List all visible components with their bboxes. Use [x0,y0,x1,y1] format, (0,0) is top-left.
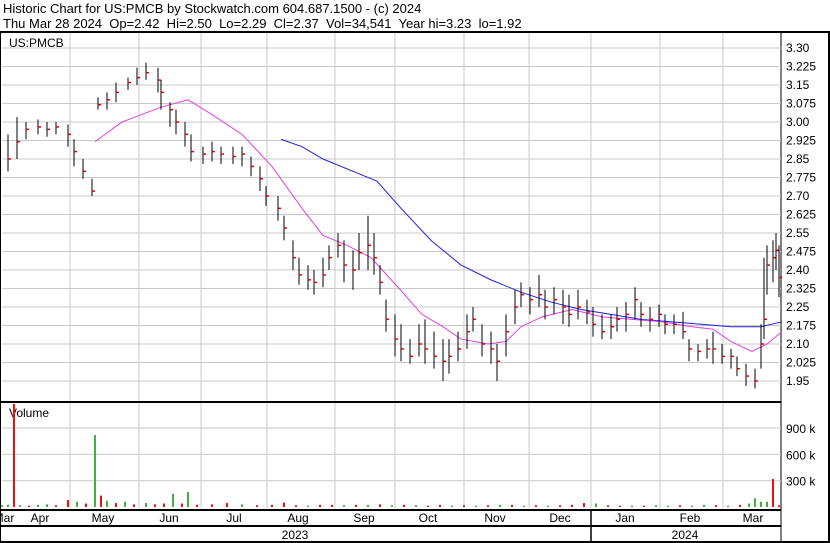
month-label: Mar [0,511,14,525]
month-label: Apr [31,511,50,525]
price-tick-label: 2.925 [786,134,816,148]
volume-tick-label: 600 k [786,448,816,462]
price-tick-label: 3.00 [786,115,810,129]
price-tick-label: 2.175 [786,319,816,333]
price-tick-label: 3.15 [786,78,810,92]
price-tick-label: 2.775 [786,171,816,185]
month-label: Sep [353,511,375,525]
month-label: May [92,511,115,525]
volume-tick-label: 300 k [786,475,816,489]
volume-tick-label: 900 k [786,422,816,436]
price-tick-label: 2.625 [786,208,816,222]
price-tick-label: 2.85 [786,152,810,166]
price-tick-label: 2.55 [786,226,810,240]
month-label: Oct [419,511,438,525]
price-tick-label: 2.325 [786,282,816,296]
price-tick-label: 2.70 [786,189,810,203]
price-tick-label: 1.95 [786,374,810,388]
price-tick-label: 3.30 [786,41,810,55]
chart-frame [0,31,830,543]
month-label: Dec [549,511,570,525]
price-tick-label: 2.475 [786,245,816,259]
volume-label: Volume [9,406,49,420]
price-tick-label: 2.025 [786,356,816,370]
month-label: Jun [159,511,178,525]
price-volume-chart: 3.30 3.225 3.15 3.075 3.00 2.925 2.85 2.775 2.70… [0,31,830,543]
price-tick-label: 3.225 [786,60,816,74]
month-label: Mar [743,511,764,525]
price-tick-label: 2.10 [786,337,810,351]
price-tick-label: 2.40 [786,263,810,277]
price-tick-label: 3.075 [786,97,816,111]
month-label: Nov [484,511,505,525]
stock-chart: Historic Chart for US:PMCB by Stockwatch… [0,0,830,543]
year-label: 2023 [282,528,309,542]
price-tick-label: 2.25 [786,300,810,314]
year-label: 2024 [672,528,699,542]
month-label: Aug [287,511,308,525]
month-label: Jan [615,511,634,525]
symbol-label: US:PMCB [9,36,64,50]
month-label: Jul [226,511,241,525]
month-label: Feb [680,511,701,525]
